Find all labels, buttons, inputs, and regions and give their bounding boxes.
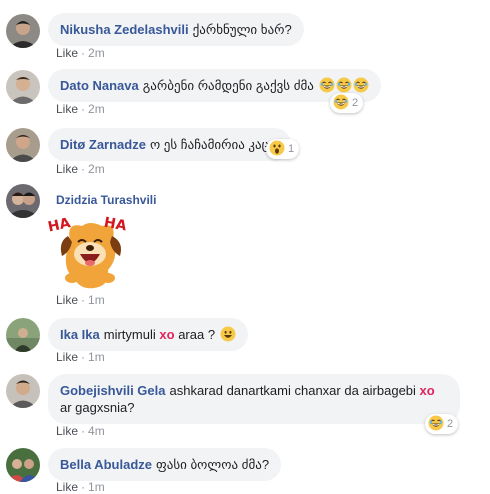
comment-text: გარბენი რამდენი გაქვს ძმა [142, 78, 314, 93]
meta-separator: · [81, 480, 86, 494]
sticker-text: HA [47, 215, 73, 235]
like-link[interactable]: Like [56, 162, 78, 176]
reaction-count: 1 [288, 143, 295, 155]
avatar[interactable] [6, 14, 40, 48]
comment-author[interactable]: Dato Nanava [60, 78, 139, 93]
comment-time[interactable]: 2m [88, 162, 105, 176]
meta-separator: · [81, 162, 86, 176]
comment-meta: Like · 1m [56, 293, 105, 307]
avatar[interactable] [6, 374, 40, 408]
comment-bubble: Nikusha Zedelashvili ქარხნული ხარ? [48, 13, 304, 46]
avatar[interactable] [6, 184, 40, 218]
comment-author[interactable]: Bella Abuladze [60, 457, 152, 472]
comment-meta: Like · 1m [56, 350, 105, 364]
reaction-count: 2 [447, 418, 454, 430]
laughing-face-icon [336, 77, 352, 93]
comment-text: araa ? [178, 327, 216, 342]
like-link[interactable]: Like [56, 350, 78, 364]
comment-highlight: xo [159, 327, 175, 342]
like-link[interactable]: Like [56, 480, 78, 494]
comment-author[interactable]: Nikusha Zedelashvili [60, 22, 189, 37]
meta-separator: · [81, 293, 86, 307]
meta-separator: · [81, 46, 86, 60]
reaction-badge[interactable]: 2 [425, 414, 459, 434]
comment-highlight: xo [419, 383, 435, 398]
wow-face-icon [269, 140, 285, 156]
comment-author[interactable]: Dzidzia Turashvili [56, 193, 156, 207]
reaction-badge[interactable]: 1 [266, 139, 300, 159]
meta-separator: · [81, 350, 86, 364]
laughing-face-icon [353, 77, 369, 93]
like-link[interactable]: Like [56, 102, 78, 116]
laughing-face-icon [333, 94, 349, 110]
comment-time[interactable]: 2m [88, 102, 105, 116]
comment-meta: Like · 2m [56, 102, 105, 116]
like-link[interactable]: Like [56, 424, 78, 438]
comment-meta: Like · 4m [56, 424, 105, 438]
comment-time[interactable]: 2m [88, 46, 105, 60]
avatar[interactable] [6, 448, 40, 482]
dog-haha-sticker: HA HA [47, 215, 128, 289]
like-link[interactable]: Like [56, 293, 78, 307]
comment-bubble: Bella Abuladze ფასი ბოლოა ძმა? [48, 448, 282, 481]
comment-time[interactable]: 1m [88, 293, 105, 307]
comment-bubble: Ditø Zarnadze ო ეს ჩაჩამირია კაცო [48, 128, 292, 161]
laughing-face-icon [319, 77, 335, 93]
avatar[interactable] [6, 70, 40, 104]
avatar[interactable] [6, 318, 40, 352]
comment-time[interactable]: 4m [88, 424, 105, 438]
comment-text: ar gagxsnia? [60, 400, 135, 415]
comment-author[interactable]: Ditø Zarnadze [60, 137, 146, 152]
comment-bubble: Ika Ika mirtymuli xo araa ? [48, 318, 248, 351]
like-link[interactable]: Like [56, 46, 78, 60]
meta-separator: · [81, 102, 86, 116]
comment-bubble: Gobejishvili Gela ashkarad danartkami cha… [48, 374, 460, 424]
comment-text: ფასი ბოლოა ძმა? [155, 457, 270, 472]
meta-separator: · [81, 424, 86, 438]
comment-time[interactable]: 1m [88, 480, 105, 494]
comment-text: mirtymuli [103, 327, 156, 342]
laughing-face-icon [428, 415, 444, 431]
comment-author[interactable]: Ika Ika [60, 327, 100, 342]
comment-time[interactable]: 1m [88, 350, 105, 364]
comment-author[interactable]: Gobejishvili Gela [60, 383, 165, 398]
comment-meta: Like · 2m [56, 46, 105, 60]
comment-text: ashkarad danartkami chanxar da airbagebi [169, 383, 416, 398]
comment-text: ო ეს ჩაჩამირია კაცო [149, 137, 280, 152]
comment-meta: Like · 1m [56, 480, 105, 494]
comment-list: Nikusha Zedelashvili ქარხნული ხარ? Like · 2… [0, 0, 490, 494]
reaction-count: 2 [352, 97, 359, 109]
comment-meta: Like · 2m [56, 162, 105, 176]
comment-text: ქარხნული ხარ? [192, 22, 292, 37]
reaction-badge[interactable]: 2 [330, 93, 364, 113]
avatar[interactable] [6, 128, 40, 162]
smiling-face-icon [220, 326, 236, 342]
